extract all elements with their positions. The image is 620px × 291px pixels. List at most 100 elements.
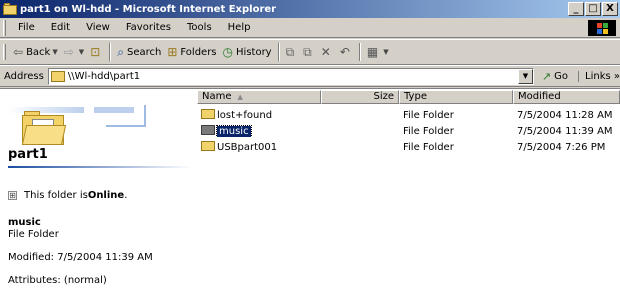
toolbar-separator xyxy=(358,43,361,61)
address-label: Address xyxy=(4,70,44,82)
folder-title: part1 xyxy=(8,147,48,162)
title-bar[interactable]: part1 on Wl-hdd - Microsoft Internet Exp… xyxy=(0,0,620,18)
folder-icon xyxy=(3,3,17,15)
move-to-button[interactable]: ⧉ xyxy=(283,42,301,62)
list-item[interactable]: USBpart001 File Folder 7/5/2004 7:26 PM xyxy=(197,139,620,155)
file-modified-cell: 7/5/2004 11:39 AM xyxy=(517,125,613,137)
file-name: lost+found xyxy=(217,110,273,121)
toolbar-grip[interactable] xyxy=(3,44,6,60)
file-name: USBpart001 xyxy=(217,142,278,153)
search-button[interactable]: ⌕ Search xyxy=(114,42,164,62)
history-icon: ◷ xyxy=(222,45,234,59)
online-suffix: . xyxy=(124,190,128,201)
undo-button[interactable]: ↶ xyxy=(337,42,356,62)
links-button[interactable]: Links » xyxy=(578,70,620,82)
column-name-header[interactable]: Name ▲ xyxy=(197,90,321,104)
toolbar-separator xyxy=(109,43,112,61)
selected-item-type: File Folder xyxy=(8,229,59,240)
online-status: ⊞ This folder is Online. xyxy=(8,190,127,201)
network-folder-icon xyxy=(50,70,65,82)
file-name-cell: USBpart001 xyxy=(197,141,321,153)
menu-edit[interactable]: Edit xyxy=(43,22,78,33)
menu-bar: File Edit View Favorites Tools Help xyxy=(0,18,620,38)
file-list[interactable]: Name ▲ Size Type Modified lost+found File… xyxy=(197,89,620,291)
go-label: Go xyxy=(554,70,568,82)
menu-tools[interactable]: Tools xyxy=(179,22,220,33)
list-item[interactable]: lost+found File Folder 7/5/2004 11:28 AM xyxy=(197,107,620,123)
list-item-selected[interactable]: music File Folder 7/5/2004 11:39 AM xyxy=(197,123,620,139)
file-type-cell: File Folder xyxy=(403,141,454,153)
up-button[interactable]: ⊡ xyxy=(87,42,106,62)
folder-icon xyxy=(201,109,215,119)
maximize-button[interactable]: □ xyxy=(585,2,601,16)
go-arrow-icon: ↗ xyxy=(541,69,552,83)
file-name-cell: music xyxy=(197,125,321,137)
undo-icon: ↶ xyxy=(339,45,350,59)
copy-to-icon: ⧉ xyxy=(303,44,312,59)
history-label: History xyxy=(236,46,272,58)
move-to-icon: ⧉ xyxy=(285,44,295,59)
delete-button[interactable]: ✕ xyxy=(318,42,337,62)
back-label: Back xyxy=(26,46,51,58)
back-button[interactable]: ⇦ Back ▼ xyxy=(10,42,61,62)
forward-button[interactable]: ⇨ ▼ xyxy=(61,42,87,62)
file-type-cell: File Folder xyxy=(403,125,454,137)
search-icon: ⌕ xyxy=(117,44,124,59)
go-button[interactable]: ↗ Go xyxy=(542,70,568,83)
explorer-window: part1 on Wl-hdd - Microsoft Internet Exp… xyxy=(0,0,620,291)
address-dropdown-button[interactable]: ▼ xyxy=(517,68,533,84)
content-area: part1 ⊞ This folder is Online. music Fil… xyxy=(0,88,620,291)
column-header: Name ▲ Size Type Modified xyxy=(197,90,620,104)
selected-item-modified: Modified: 7/5/2004 11:39 AM xyxy=(8,252,153,263)
address-value: \\Wl-hdd\part1 xyxy=(67,70,141,82)
delete-icon: ✕ xyxy=(320,45,331,59)
back-arrow-icon: ⇦ xyxy=(13,45,24,59)
column-modified-header[interactable]: Modified xyxy=(513,90,620,104)
close-button[interactable]: X xyxy=(602,2,618,16)
folder-banner xyxy=(8,95,190,155)
folders-icon: ⊞ xyxy=(167,45,178,59)
toolbar-grip[interactable] xyxy=(3,19,6,36)
folder-up-icon: ⊡ xyxy=(90,45,101,59)
chevron-down-icon[interactable]: ▼ xyxy=(52,48,57,56)
history-button[interactable]: ◷ History xyxy=(220,42,275,62)
web-view-pane: part1 ⊞ This folder is Online. music Fil… xyxy=(0,89,196,291)
chevron-down-icon[interactable]: ▼ xyxy=(383,48,388,56)
chevron-down-icon[interactable]: ▼ xyxy=(79,48,84,56)
online-icon: ⊞ xyxy=(8,191,17,200)
folders-button[interactable]: ⊞ Folders xyxy=(164,42,219,62)
online-word: Online xyxy=(87,190,125,201)
online-prefix: This folder is xyxy=(24,190,88,201)
links-label: Links xyxy=(585,70,611,82)
file-modified-cell: 7/5/2004 11:28 AM xyxy=(517,109,613,121)
folder-icon xyxy=(201,125,215,135)
copy-to-button[interactable]: ⧉ xyxy=(300,42,318,62)
standard-toolbar: ⇦ Back ▼ ⇨ ▼ ⊡ ⌕ Search ⊞ Folders ◷ Hist… xyxy=(0,39,620,65)
menu-help[interactable]: Help xyxy=(220,22,259,33)
folders-label: Folders xyxy=(180,46,217,58)
menu-favorites[interactable]: Favorites xyxy=(118,22,179,33)
file-name: music xyxy=(216,125,252,137)
column-size-header[interactable]: Size xyxy=(321,90,399,104)
views-icon: ▦ xyxy=(366,45,379,59)
toolbar-separator xyxy=(277,43,280,61)
window-title: part1 on Wl-hdd - Microsoft Internet Exp… xyxy=(20,3,277,15)
title-divider xyxy=(8,166,192,168)
folder-icon xyxy=(201,141,215,151)
address-bar: Address \\Wl-hdd\part1 ▼ ↗ Go Links » xyxy=(0,65,620,87)
file-type-cell: File Folder xyxy=(403,109,454,121)
sort-ascending-icon: ▲ xyxy=(237,93,243,101)
address-input[interactable]: \\Wl-hdd\part1 ▼ xyxy=(47,67,534,85)
menu-file[interactable]: File xyxy=(10,22,43,33)
selected-item-name: music xyxy=(8,217,41,228)
search-label: Search xyxy=(126,46,162,58)
column-type-header[interactable]: Type xyxy=(399,90,513,104)
minimize-button[interactable]: _ xyxy=(568,2,584,16)
column-name-label: Name xyxy=(202,91,232,102)
open-folder-icon xyxy=(21,111,67,145)
menu-view[interactable]: View xyxy=(78,22,118,33)
windows-logo-icon xyxy=(588,19,616,36)
file-modified-cell: 7/5/2004 7:26 PM xyxy=(517,141,606,153)
views-button[interactable]: ▦ ▼ xyxy=(364,42,392,62)
selected-item-attributes: Attributes: (normal) xyxy=(8,275,107,286)
